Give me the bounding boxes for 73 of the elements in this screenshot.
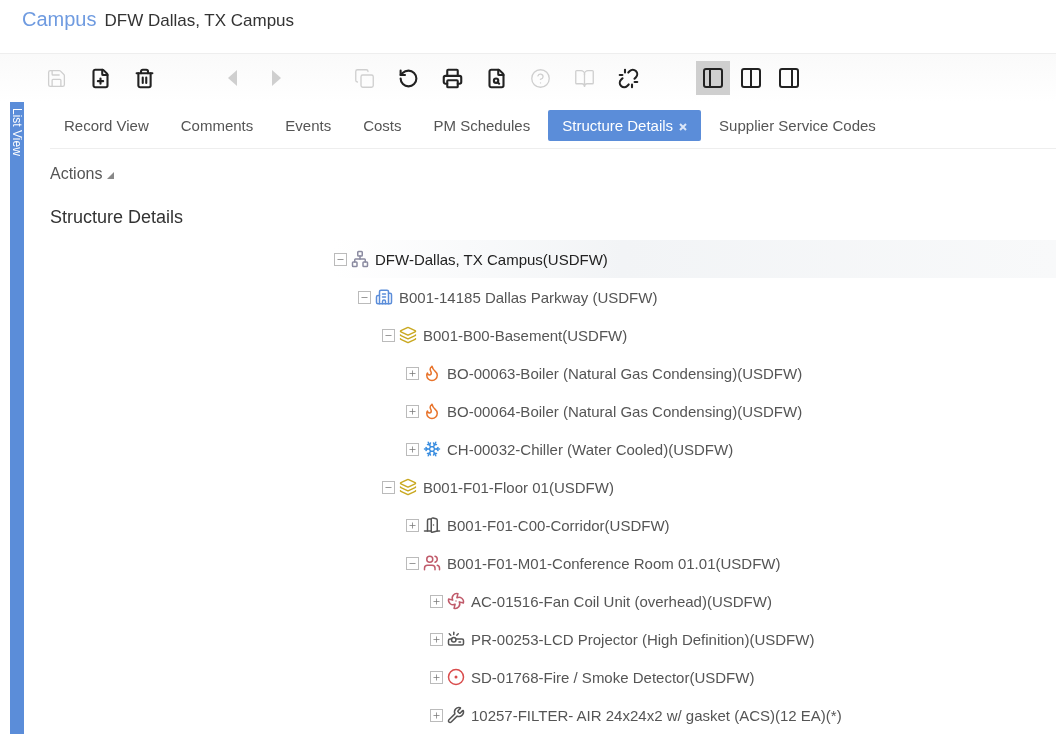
flame-icon	[423, 364, 441, 382]
plus-icon	[432, 710, 441, 720]
tree-node-label[interactable]: SD-01768-Fire / Smoke Detector(USDFW)	[471, 668, 755, 686]
plus-icon	[432, 634, 441, 644]
tree-node-label[interactable]: B001-F01-C00-Corridor(USDFW)	[447, 516, 670, 534]
expand-toggle[interactable]	[406, 518, 419, 532]
projector-icon	[447, 630, 465, 648]
expand-toggle[interactable]	[430, 708, 443, 722]
tab[interactable]: Costs	[349, 109, 416, 141]
tree-node-label[interactable]: 10257-FILTER- AIR 24x24x2 w/ gasket (ACS)(12 EA)(*)	[471, 706, 842, 724]
layers-icon	[399, 478, 417, 496]
save-icon	[45, 67, 67, 89]
collapse-toggle[interactable]	[334, 252, 347, 266]
plus-icon	[432, 672, 441, 682]
tree-node-label[interactable]: BO-00064-Boiler (Natural Gas Condensing)(USDFW)	[447, 402, 803, 420]
tab[interactable]: PM Schedules	[419, 109, 545, 141]
close-icon[interactable]	[679, 122, 688, 131]
plus-icon	[408, 444, 417, 454]
caret-icon	[107, 172, 115, 179]
preview-icon	[485, 67, 507, 89]
section-title: Structure Details	[50, 207, 185, 228]
tree-node-label[interactable]: B001-B00-Basement(USDFW)	[423, 326, 628, 344]
expand-toggle[interactable]	[406, 366, 419, 380]
tree-node-label[interactable]: DFW-Dallas, TX Campus(USDFW)	[375, 250, 608, 268]
right-panel-icon	[777, 66, 801, 91]
network-icon	[351, 250, 369, 268]
tree-node-label[interactable]: B001-F01-M01-Conference Room 01.01(USDFW)	[447, 554, 781, 572]
split-panel-icon	[739, 66, 763, 91]
record-title: DFW Dallas, TX Campus	[104, 11, 295, 31]
plus-icon	[432, 596, 441, 606]
plus-icon	[408, 406, 417, 416]
trash-icon	[133, 67, 155, 89]
printer-icon	[441, 67, 463, 89]
left-panel-icon	[701, 66, 725, 91]
expand-toggle[interactable]	[406, 404, 419, 418]
snowflake-icon	[423, 440, 441, 458]
tree-node-label[interactable]: B001-14185 Dallas Parkway (USDFW)	[399, 288, 658, 306]
entity-type: Campus	[22, 8, 97, 31]
expand-toggle[interactable]	[406, 442, 419, 456]
left-panel-button[interactable]	[696, 61, 730, 96]
tab[interactable]: Record View	[50, 109, 163, 141]
tab[interactable]: Comments	[166, 109, 268, 141]
tree-node-label[interactable]: PR-00253-LCD Projector (High Definition)(USDFW)	[471, 630, 815, 648]
tab[interactable]: Events	[271, 109, 346, 141]
help-icon	[529, 67, 551, 89]
tab[interactable]: Supplier Service Codes	[705, 109, 890, 141]
collapse-toggle[interactable]	[382, 328, 395, 342]
undo-icon	[397, 67, 419, 89]
collapse-toggle[interactable]	[406, 556, 419, 570]
layers-icon	[399, 326, 417, 344]
unlink-icon	[617, 67, 639, 89]
fan-icon	[447, 592, 465, 610]
expand-toggle[interactable]	[430, 670, 443, 684]
flame-icon	[423, 402, 441, 420]
expand-toggle[interactable]	[430, 632, 443, 646]
collapse-toggle[interactable]	[358, 290, 371, 304]
left-arrow-icon	[227, 70, 237, 87]
tree-node-label[interactable]: CH-00032-Chiller (Water Cooled)(USDFW)	[447, 440, 734, 458]
copy-icon	[353, 67, 375, 89]
tree-node-label[interactable]: AC-01516-Fan Coil Unit (overhead)(USDFW)	[471, 592, 772, 610]
tree-node-label[interactable]: BO-00063-Boiler (Natural Gas Condensing)(USDFW)	[447, 364, 803, 382]
plus-icon	[408, 368, 417, 378]
expand-toggle[interactable]	[430, 594, 443, 608]
people-icon	[423, 554, 441, 572]
tree-node-label[interactable]: B001-F01-Floor 01(USDFW)	[423, 478, 614, 496]
actions-menu[interactable]: Actions	[50, 161, 115, 187]
new-file-icon	[89, 67, 111, 89]
right-arrow-icon	[271, 70, 281, 87]
collapse-toggle[interactable]	[382, 480, 395, 494]
building-icon	[375, 288, 393, 306]
plus-icon	[408, 520, 417, 530]
wrench-icon	[447, 706, 465, 724]
book-icon	[573, 67, 595, 89]
